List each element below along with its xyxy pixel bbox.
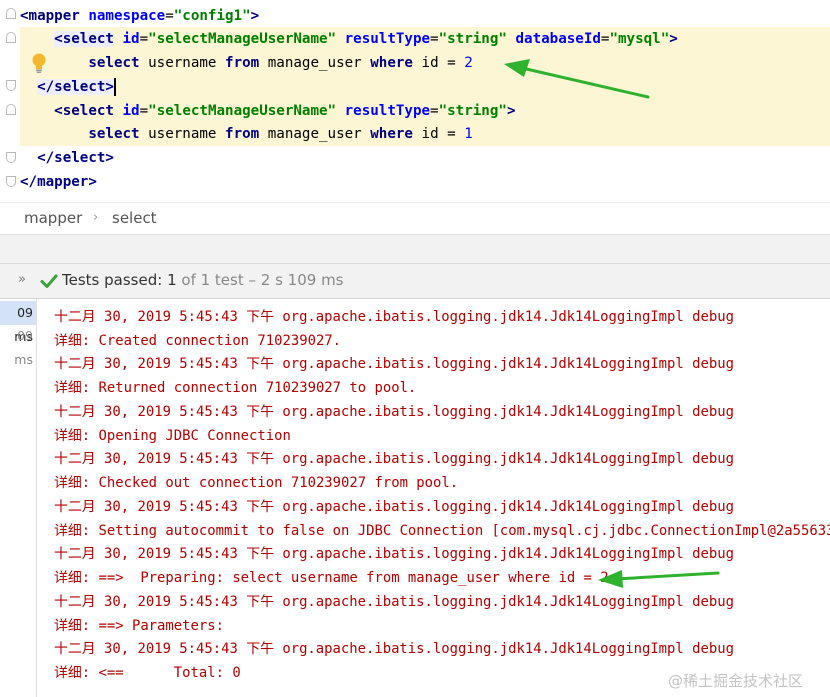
lightbulb-icon[interactable] [30,52,48,74]
console-line: 详细: Setting autocommit to false on JDBC … [54,523,830,539]
code-line[interactable]: select username from manage_user where i… [20,51,830,75]
console-line: 详细: <== Total: 0 [54,665,241,681]
xml-tag: <select [54,31,114,47]
sql-keyword: where [370,126,413,142]
console-line: 详细: Opening JDBC Connection [54,428,291,444]
console-line: 详细: Created connection 710239027. [54,333,342,349]
console-line: 十二月 30, 2019 5:45:43 下午 org.apache.ibati… [54,451,734,467]
xml-attr-value: "string" [438,103,507,119]
xml-attr-value: "config1" [173,8,251,24]
code-line[interactable]: </select> [20,146,830,170]
code-editor[interactable]: <mapper namespace="config1"> <select id=… [0,0,830,202]
code-line[interactable]: </select> [20,75,830,99]
sql-identifier: manage_user [267,55,362,71]
fold-marker-icon[interactable] [6,152,16,163]
text-caret [113,78,116,96]
console-line: 十二月 30, 2019 5:45:43 下午 org.apache.ibati… [54,641,734,657]
xml-attr-value: "string" [438,31,507,47]
xml-attr-value: "selectManageUserName" [148,31,337,47]
sql-keyword: from [225,126,260,142]
console-line: 十二月 30, 2019 5:45:43 下午 org.apache.ibati… [54,404,734,420]
editor-gutter [0,0,20,202]
console-line: 十二月 30, 2019 5:45:43 下午 org.apache.ibati… [54,499,734,515]
sql-condition: id = [421,126,456,142]
sql-number: 2 [464,55,473,71]
xml-attr-name: resultType [344,103,431,119]
sql-identifier: username [148,55,217,71]
annotation-arrow-icon [598,570,720,588]
chevron-right-icon: › [93,210,99,225]
console-line: 十二月 30, 2019 5:45:43 下午 org.apache.ibati… [54,546,734,562]
breadcrumb-item-select[interactable]: select [112,209,157,227]
console-line: 详细: Checked out connection 710239027 fro… [54,475,459,491]
xml-attr-value: "selectManageUserName" [148,103,337,119]
console-line: 详细: ==> Preparing: select username from … [54,570,609,586]
code-line[interactable]: </mapper> [20,170,830,194]
sql-condition: id = [421,55,456,71]
fold-marker-icon[interactable] [6,176,16,187]
sql-number: 1 [464,126,473,142]
collapse-icon[interactable]: » [18,272,26,287]
console-line: 十二月 30, 2019 5:45:43 下午 org.apache.ibati… [54,309,734,325]
xml-tag: </mapper> [20,174,97,190]
annotation-arrow-icon [504,59,650,99]
panel-splitter[interactable] [0,234,830,264]
sql-keyword: from [225,55,260,71]
fold-marker-icon[interactable] [6,80,16,91]
sql-keyword: select [88,126,140,142]
xml-tag: </select> [37,150,114,166]
fold-marker-icon[interactable] [6,32,16,43]
xml-attr-name: id [122,31,140,47]
sql-identifier: manage_user [267,126,362,142]
code-line[interactable]: select username from manage_user where i… [20,122,830,146]
test-tree-panel: 09 ms 09 ms [0,299,37,697]
xml-tag: </select> [37,79,114,95]
watermark: @稀土掘金技术社区 [668,672,804,690]
fold-marker-icon[interactable] [6,104,16,115]
xml-attr-name: namespace [88,8,166,24]
code-line[interactable]: <select id="selectManageUserName" result… [20,99,830,123]
breadcrumb: mapper › select [0,202,830,234]
sql-keyword: select [88,55,140,71]
test-tree-item[interactable]: 09 ms [0,301,36,344]
breadcrumb-item-mapper[interactable]: mapper [24,209,82,227]
xml-tag: <mapper [20,8,80,24]
console-line: 十二月 30, 2019 5:45:43 下午 org.apache.ibati… [54,356,734,372]
xml-attr-name: id [122,103,140,119]
console-line: 详细: Returned connection 710239027 to poo… [54,380,417,396]
sql-keyword: where [370,55,413,71]
xml-tag: > [669,31,678,47]
xml-tag: > [506,103,516,119]
console-line: 详细: ==> Parameters: [54,618,233,634]
test-tree-item[interactable]: 09 ms [0,324,36,367]
xml-attr-value: "mysql" [609,31,670,47]
xml-tag: <select [54,103,114,119]
fold-marker-icon[interactable] [6,8,16,19]
xml-tag: > [250,8,260,24]
console-clipped-line [54,286,830,300]
code-line[interactable]: <select id="selectManageUserName" result… [20,27,830,51]
xml-attr-name: resultType [344,31,431,47]
sql-identifier: username [148,126,217,142]
code-line[interactable]: <mapper namespace="config1"> [20,4,830,28]
xml-attr-name: databaseId [515,31,601,47]
